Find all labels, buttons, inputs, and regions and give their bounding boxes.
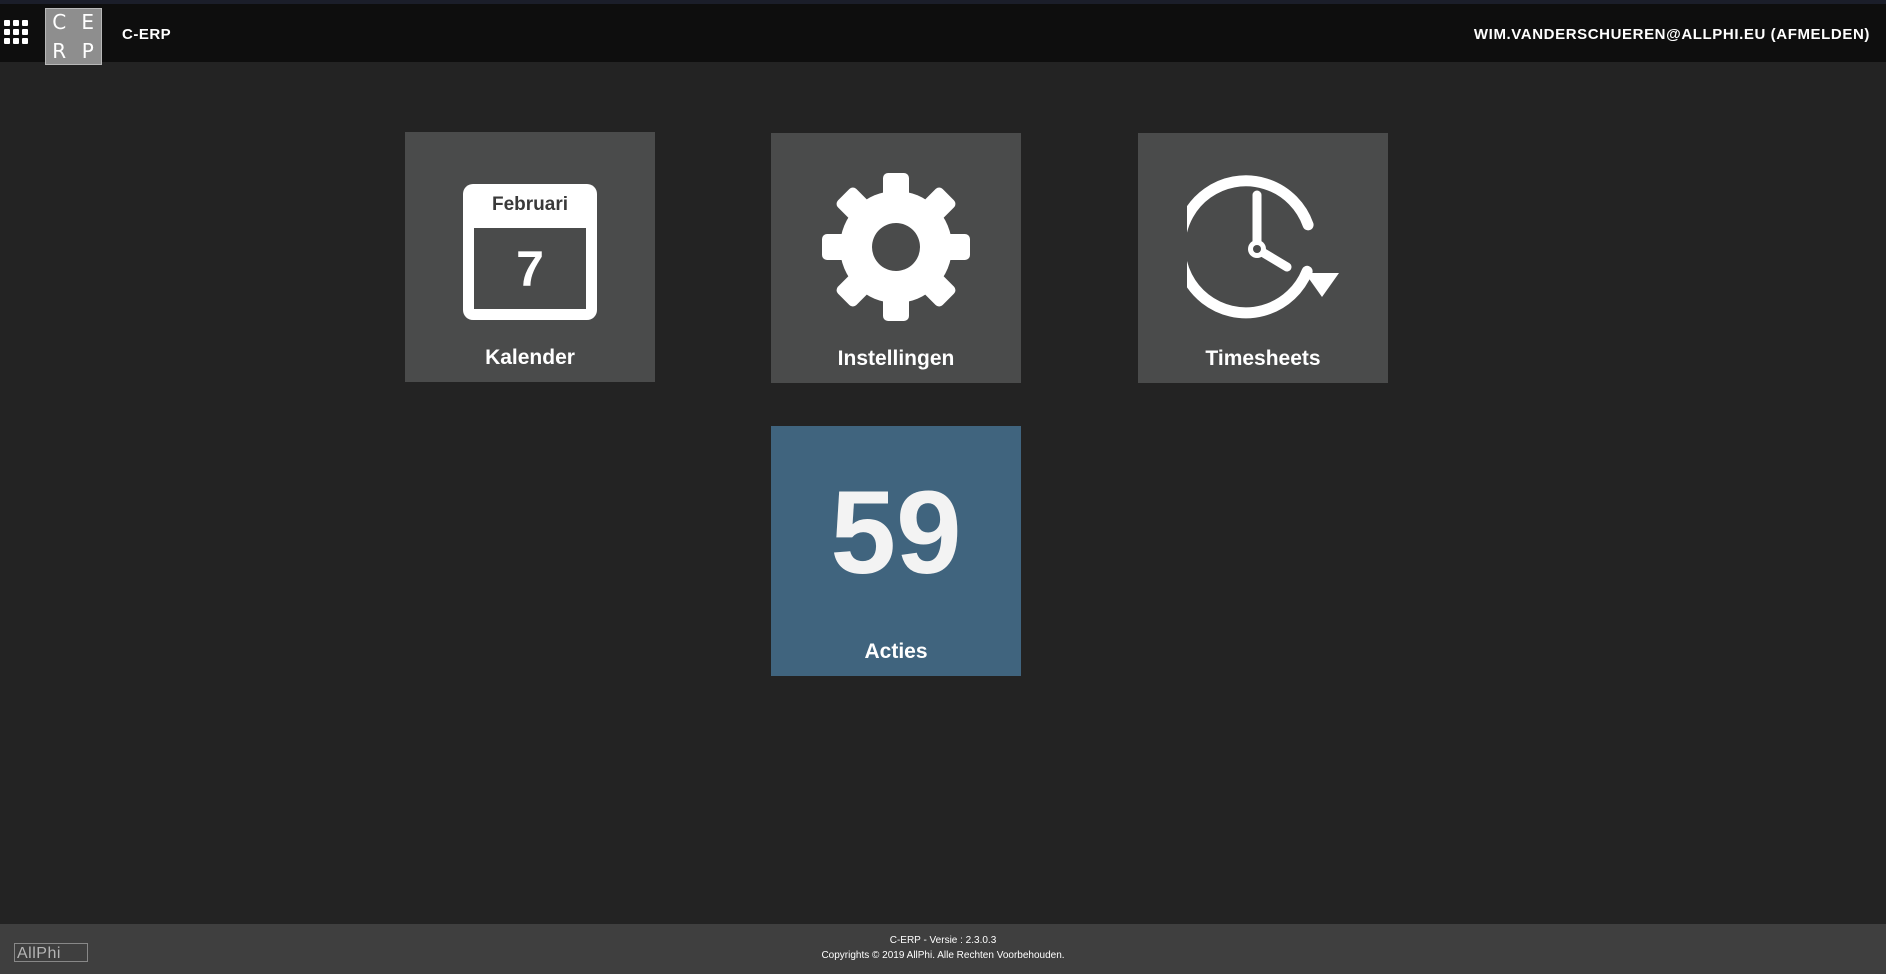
page-footer: AllPhi C-ERP - Versie : 2.3.0.3 Copyrigh… (0, 924, 1886, 974)
app-logo[interactable]: C E R P (45, 8, 102, 65)
calendar-month: Februari (491, 194, 569, 215)
clock-refresh-icon (1187, 175, 1339, 319)
logo-letter: P (81, 38, 94, 63)
calendar-day: 7 (474, 228, 586, 309)
calendar-icon: Februari 7 (463, 184, 597, 320)
tile-label-timesheets: Timesheets (1205, 347, 1321, 370)
tile-label-acties: Acties (864, 640, 928, 663)
tile-acties[interactable]: 59 Acties (771, 426, 1021, 676)
version-text: C-ERP - Versie : 2.3.0.3 (889, 935, 997, 946)
apps-menu-button[interactable] (4, 20, 28, 44)
tile-instellingen[interactable]: Instellingen (771, 133, 1021, 383)
tile-timesheets[interactable]: Timesheets (1138, 133, 1388, 383)
logo-letter: E (81, 10, 95, 35)
gear-icon (822, 173, 970, 321)
logo-letter: C (52, 10, 67, 35)
user-logout-link[interactable]: WIM.VANDERSCHUEREN@ALLPHI.EU (AFMELDEN) (1474, 26, 1870, 43)
copyright-text: Copyrights © 2019 AllPhi. Alle Rechten V… (821, 950, 1065, 961)
grid-icon (4, 20, 28, 44)
tile-label-instellingen: Instellingen (837, 347, 955, 370)
logo-letter: R (52, 38, 67, 63)
acties-count: 59 (830, 467, 962, 599)
tile-kalender[interactable]: Februari 7 Kalender (405, 132, 655, 382)
top-header: C E R P C-ERP WIM.VANDERSCHUEREN@ALLPHI.… (0, 0, 1886, 65)
app-title: C-ERP (122, 26, 172, 43)
tile-label-kalender: Kalender (485, 346, 575, 369)
